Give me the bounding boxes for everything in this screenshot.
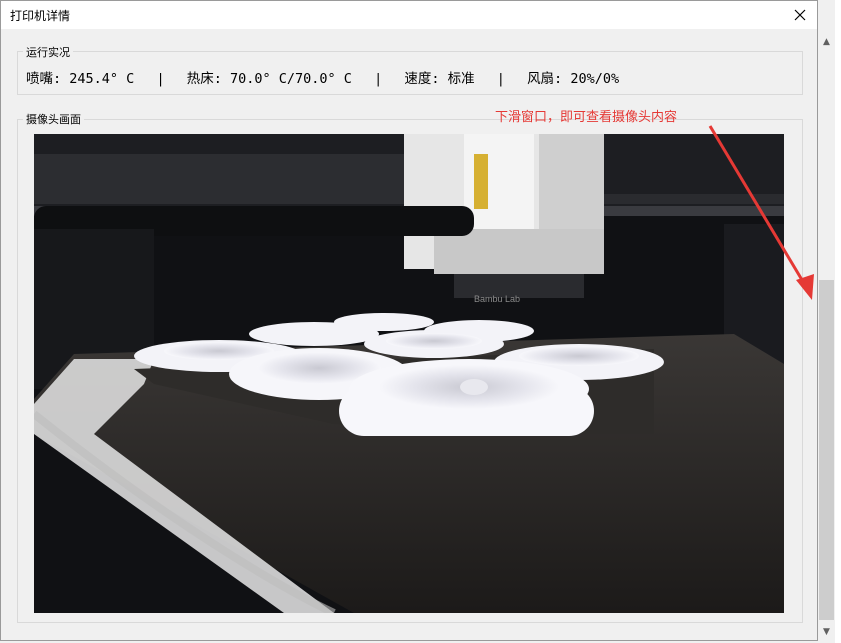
camera-feed-image: Bambu Lab [34,134,784,613]
nozzle-label: 喷嘴: [26,71,62,87]
nozzle-value: 245.4° C [69,71,135,87]
chevron-down-icon[interactable]: ▼ [818,623,835,640]
window-title: 打印机详情 [10,9,71,23]
fan-value: 20%/0% [570,71,620,87]
fan-label: 风扇: [527,71,563,87]
vertical-scrollbar[interactable]: ▲ ▼ [818,28,835,643]
scrollbar-thumb[interactable] [819,280,834,620]
title-bar: 打印机详情 [1,1,817,29]
chevron-up-icon[interactable]: ▲ [818,33,835,50]
separator: | [156,71,165,87]
bed-label: 热床: [186,71,222,87]
speed-label: 速度: [404,71,440,87]
annotation-arrow-icon [708,125,814,300]
printer-camera-feed: Bambu Lab [34,134,784,613]
camera-group-label: 摄像头画面 [23,111,84,127]
bed-value: 70.0° C/70.0° C [230,71,352,87]
annotation-note: 下滑窗口，即可查看摄像头内容 [495,110,678,125]
separator: | [496,71,505,87]
status-group-label: 运行实况 [23,44,73,60]
brand-label: Bambu Lab [474,294,520,304]
status-line: 喷嘴: 245.4° C | 热床: 70.0° C/70.0° C | 速度:… [26,67,619,87]
close-icon [794,9,806,21]
separator: | [374,71,383,87]
close-button[interactable] [783,1,817,29]
speed-value: 标准 [447,71,475,87]
background-window-edge [835,0,841,643]
